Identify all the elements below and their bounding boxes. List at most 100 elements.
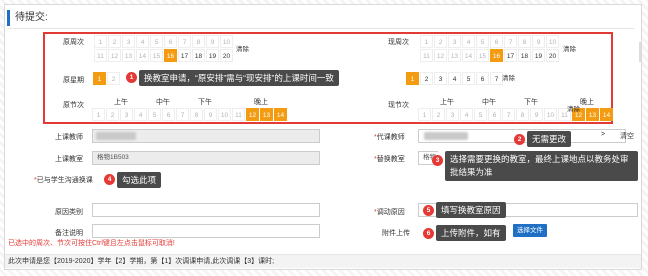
new-week-3[interactable]: 3 (448, 35, 461, 48)
new-sections-label: 现节次 (388, 102, 409, 109)
new-week-1[interactable]: 1 (420, 35, 433, 48)
orig-section-10[interactable]: 10 (218, 108, 231, 121)
orig-section-9[interactable]: 9 (204, 108, 217, 121)
new-section-period-evening: 晚上 (580, 99, 594, 106)
orig-week-1[interactable]: 1 (94, 35, 107, 48)
orig-section-14[interactable]: 14 (274, 108, 287, 121)
sub-teacher-clear-button[interactable]: 清空 (620, 131, 634, 141)
new-section-3[interactable]: 3 (446, 108, 459, 121)
new-week-6[interactable]: 6 (490, 35, 503, 48)
reason-type-select[interactable] (92, 203, 320, 217)
orig-section-7[interactable]: 7 (176, 108, 189, 121)
new-section-1[interactable]: 1 (418, 108, 431, 121)
new-week-20[interactable]: 20 (546, 49, 559, 62)
new-weekday-3[interactable]: 3 (434, 72, 447, 85)
sub-teacher-picker-button[interactable]: > (601, 131, 605, 138)
new-week-12[interactable]: 12 (434, 49, 447, 62)
orig-week-8[interactable]: 8 (192, 35, 205, 48)
teacher-name-redacted (96, 132, 136, 140)
new-weekday-4[interactable]: 4 (448, 72, 461, 85)
orig-week-20[interactable]: 20 (220, 49, 233, 62)
orig-section-1[interactable]: 1 (92, 108, 105, 121)
new-week-19[interactable]: 19 (532, 49, 545, 62)
remark-input[interactable] (92, 224, 320, 238)
new-weeks-label: 现周次 (388, 39, 409, 46)
scrollbar[interactable] (639, 42, 642, 62)
choose-file-button[interactable]: 选择文件 (513, 224, 547, 237)
new-weekday-5[interactable]: 5 (462, 72, 475, 85)
new-week-10[interactable]: 10 (546, 35, 559, 48)
new-week-18[interactable]: 18 (518, 49, 531, 62)
orig-week-13[interactable]: 13 (122, 49, 135, 62)
orig-week-19[interactable]: 19 (206, 49, 219, 62)
new-week-2[interactable]: 2 (434, 35, 447, 48)
new-weekday-clear-button[interactable]: 清除 (502, 72, 515, 85)
orig-week-16[interactable]: 16 (164, 49, 177, 62)
page-title: 待提交: (7, 10, 48, 26)
orig-week-2[interactable]: 2 (108, 35, 121, 48)
orig-week-11[interactable]: 11 (94, 49, 107, 62)
annotation-badge-6: 6 (423, 228, 434, 239)
orig-week-4[interactable]: 4 (136, 35, 149, 48)
new-week-5[interactable]: 5 (476, 35, 489, 48)
orig-week-7[interactable]: 7 (178, 35, 191, 48)
orig-week-12[interactable]: 12 (108, 49, 121, 62)
new-section-14[interactable]: 14 (600, 108, 613, 121)
new-weekday-1[interactable]: 1 (406, 72, 419, 85)
orig-week-6[interactable]: 6 (164, 35, 177, 48)
new-week-9[interactable]: 9 (532, 35, 545, 48)
orig-section-6[interactable]: 6 (162, 108, 175, 121)
new-weeks-clear-button[interactable]: 清除 (563, 43, 576, 56)
orig-section-period-afternoon: 下午 (198, 99, 212, 106)
orig-week-10[interactable]: 10 (220, 35, 233, 48)
new-section-13[interactable]: 13 (586, 108, 599, 121)
new-weekday-2[interactable]: 2 (420, 72, 433, 85)
new-section-7[interactable]: 7 (502, 108, 515, 121)
new-sections-clear-button[interactable]: 清除 (567, 103, 580, 116)
orig-weekday-2[interactable]: 2 (107, 72, 120, 85)
orig-weekday-1[interactable]: 1 (93, 72, 106, 85)
new-section-9[interactable]: 9 (530, 108, 543, 121)
new-section-5[interactable]: 5 (474, 108, 487, 121)
new-week-14[interactable]: 14 (462, 49, 475, 62)
orig-section-13[interactable]: 13 (260, 108, 273, 121)
orig-section-4[interactable]: 4 (134, 108, 147, 121)
room-input: 格物1B503 (92, 151, 320, 165)
new-section-2[interactable]: 2 (432, 108, 445, 121)
new-week-7[interactable]: 7 (504, 35, 517, 48)
new-section-6[interactable]: 6 (488, 108, 501, 121)
remark-label: 备注说明 (55, 230, 83, 237)
annotation-tooltip-4[interactable]: 勾选此项 (117, 172, 162, 188)
sub-teacher-name-redacted (424, 132, 468, 140)
new-section-4[interactable]: 4 (460, 108, 473, 121)
new-section-8[interactable]: 8 (516, 108, 529, 121)
orig-section-11[interactable]: 11 (232, 108, 245, 121)
orig-weeks-label: 原周次 (63, 39, 84, 46)
new-week-17[interactable]: 17 (504, 49, 517, 62)
orig-week-15[interactable]: 15 (150, 49, 163, 62)
new-weekday-6[interactable]: 6 (476, 72, 489, 85)
orig-week-3[interactable]: 3 (122, 35, 135, 48)
orig-week-9[interactable]: 9 (206, 35, 219, 48)
orig-section-8[interactable]: 8 (190, 108, 203, 121)
annotation-badge-2: 2 (514, 134, 525, 145)
new-week-15[interactable]: 15 (476, 49, 489, 62)
new-week-13[interactable]: 13 (448, 49, 461, 62)
orig-section-5[interactable]: 5 (148, 108, 161, 121)
orig-section-2[interactable]: 2 (106, 108, 119, 121)
new-week-11[interactable]: 11 (420, 49, 433, 62)
orig-section-3[interactable]: 3 (120, 108, 133, 121)
title-divider (8, 28, 634, 29)
new-week-8[interactable]: 8 (518, 35, 531, 48)
annotation-tooltip-5: 填写换教室原因 (436, 202, 506, 218)
orig-weeks-clear-button[interactable]: 清除 (236, 43, 249, 56)
orig-week-5[interactable]: 5 (150, 35, 163, 48)
annotation-badge-5: 5 (423, 205, 434, 216)
new-week-4[interactable]: 4 (462, 35, 475, 48)
orig-section-12[interactable]: 12 (246, 108, 259, 121)
orig-week-17[interactable]: 17 (178, 49, 191, 62)
new-week-16[interactable]: 16 (490, 49, 503, 62)
orig-week-14[interactable]: 14 (136, 49, 149, 62)
orig-week-18[interactable]: 18 (192, 49, 205, 62)
new-section-10[interactable]: 10 (544, 108, 557, 121)
